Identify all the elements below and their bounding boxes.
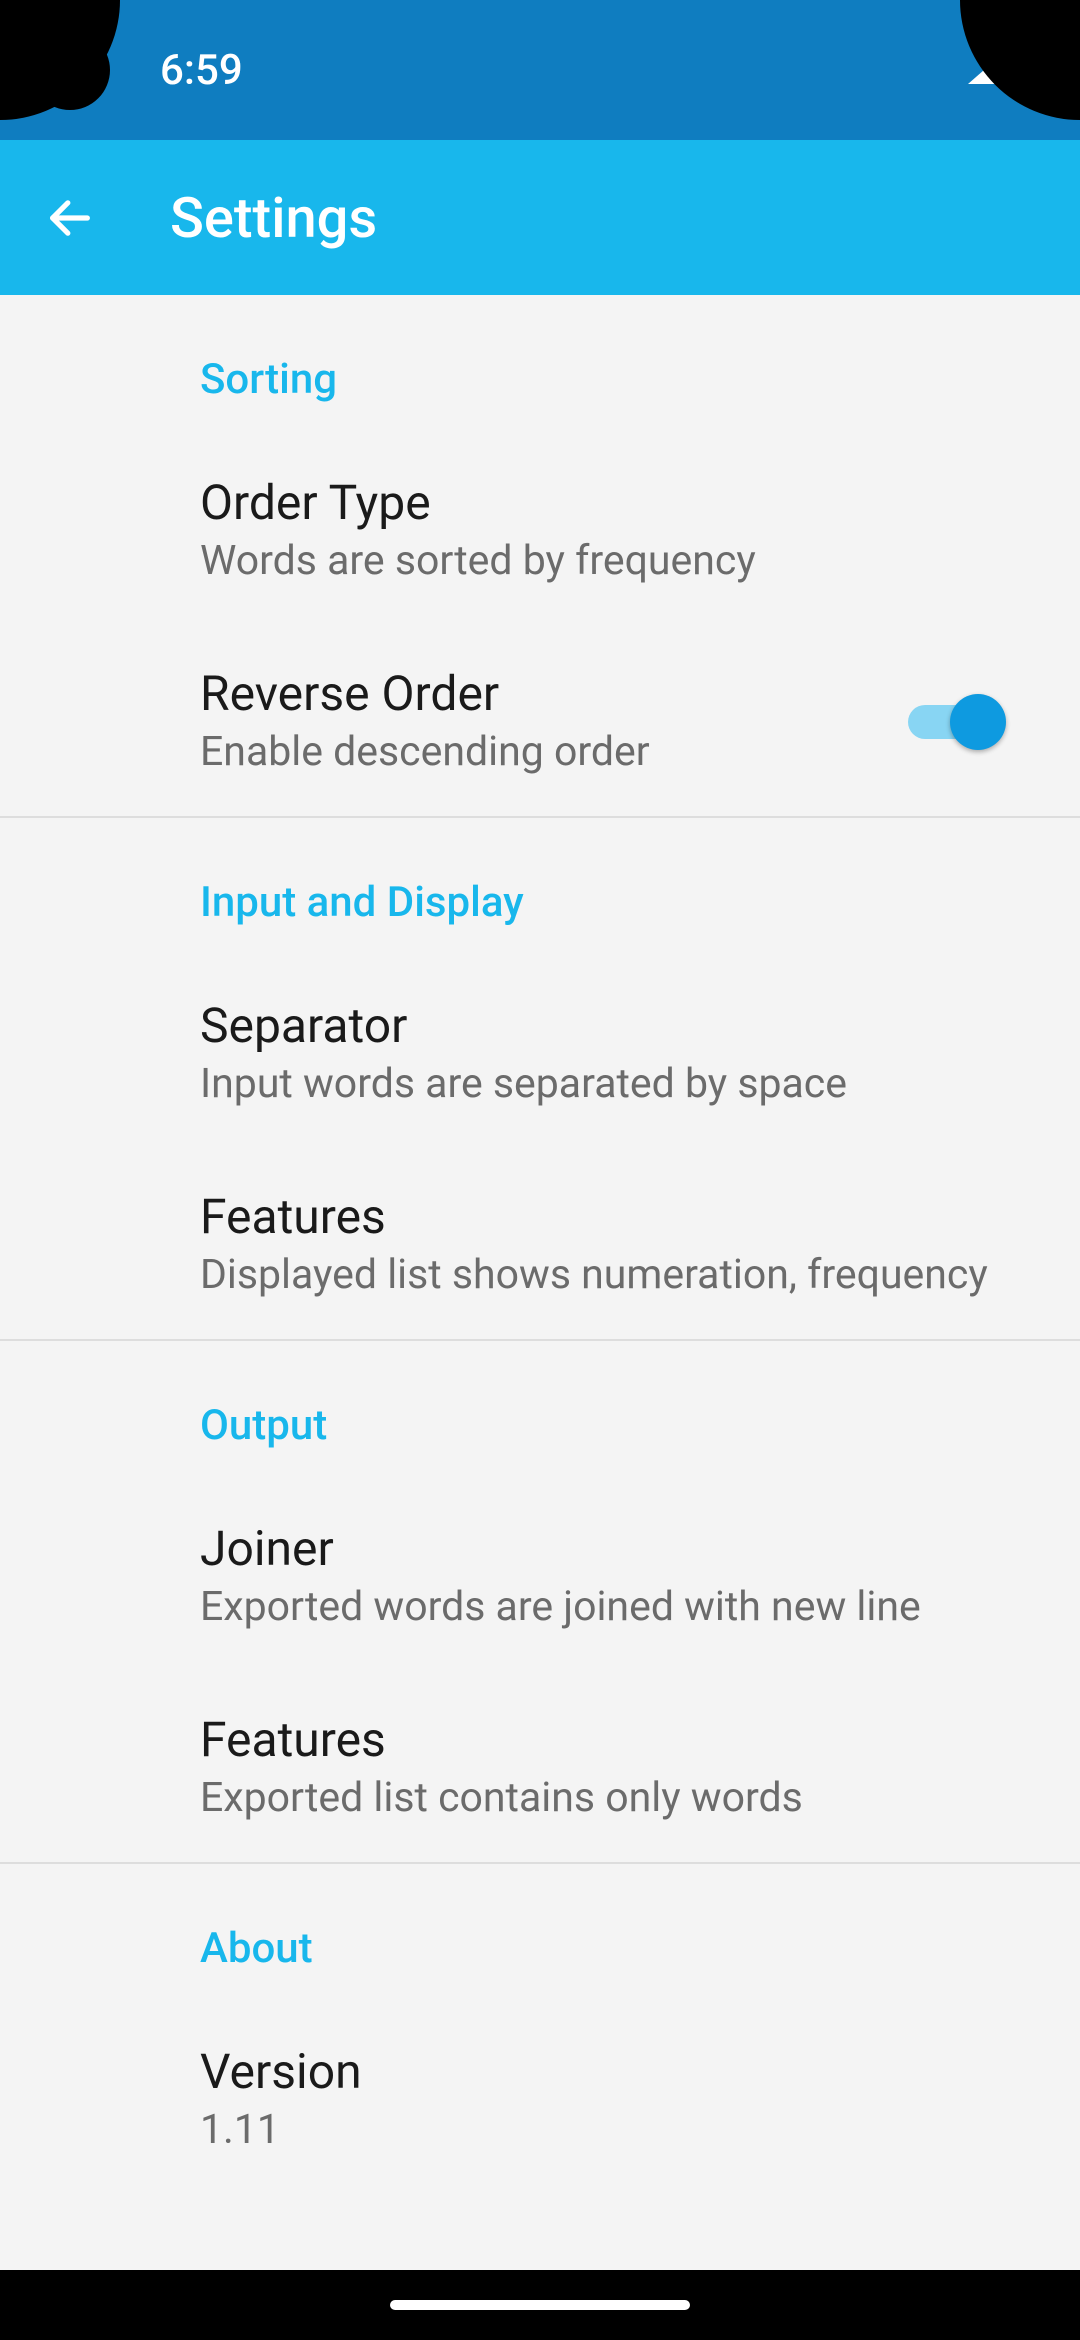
row-separator[interactable]: Separator Input words are separated by s…	[0, 957, 1080, 1148]
section-input-display: Input and Display Separator Input words …	[0, 818, 1080, 1341]
section-header-about: About	[0, 1864, 1080, 2003]
status-time: 6:59	[160, 46, 243, 95]
section-output: Output Joiner Exported words are joined …	[0, 1341, 1080, 1864]
section-header-sorting: Sorting	[0, 295, 1080, 434]
section-about: About Version 1.11	[0, 1864, 1080, 2194]
settings-list[interactable]: Sorting Order Type Words are sorted by f…	[0, 295, 1080, 2270]
section-sorting: Sorting Order Type Words are sorted by f…	[0, 295, 1080, 818]
navigation-bar	[0, 2270, 1080, 2340]
back-button[interactable]	[30, 178, 110, 258]
row-reverse-order[interactable]: Reverse Order Enable descending order	[0, 625, 1080, 816]
row-subtitle: Exported words are joined with new line	[200, 1583, 1020, 1631]
device-frame: 6:59 Settings Sorting Order Type Words a…	[0, 0, 1080, 2340]
app-bar: Settings	[0, 140, 1080, 295]
section-header-output: Output	[0, 1341, 1080, 1480]
row-subtitle: Exported list contains only words	[200, 1774, 1020, 1822]
row-subtitle: Words are sorted by frequency	[200, 537, 1020, 585]
page-title: Settings	[170, 185, 377, 251]
switch-thumb	[950, 694, 1006, 750]
row-order-type[interactable]: Order Type Words are sorted by frequency	[0, 434, 1080, 625]
row-subtitle: Input words are separated by space	[200, 1060, 1020, 1108]
row-title: Reverse Order	[200, 665, 908, 722]
row-subtitle: Enable descending order	[200, 728, 908, 776]
reverse-order-switch[interactable]	[908, 691, 1000, 751]
row-title: Order Type	[200, 474, 1020, 531]
row-display-features[interactable]: Features Displayed list shows numeration…	[0, 1148, 1080, 1339]
row-title: Separator	[200, 997, 1020, 1054]
row-subtitle: Displayed list shows numeration, frequen…	[200, 1251, 1020, 1299]
row-subtitle: 1.11	[200, 2106, 1020, 2154]
arrow-left-icon	[44, 192, 96, 244]
row-title: Joiner	[200, 1520, 1020, 1577]
section-header-input-display: Input and Display	[0, 818, 1080, 957]
row-output-features[interactable]: Features Exported list contains only wor…	[0, 1671, 1080, 1862]
row-title: Version	[200, 2043, 1020, 2100]
row-title: Features	[200, 1711, 1020, 1768]
row-version[interactable]: Version 1.11	[0, 2003, 1080, 2194]
status-bar: 6:59	[0, 0, 1080, 140]
home-handle[interactable]	[390, 2300, 690, 2310]
row-joiner[interactable]: Joiner Exported words are joined with ne…	[0, 1480, 1080, 1671]
row-title: Features	[200, 1188, 1020, 1245]
